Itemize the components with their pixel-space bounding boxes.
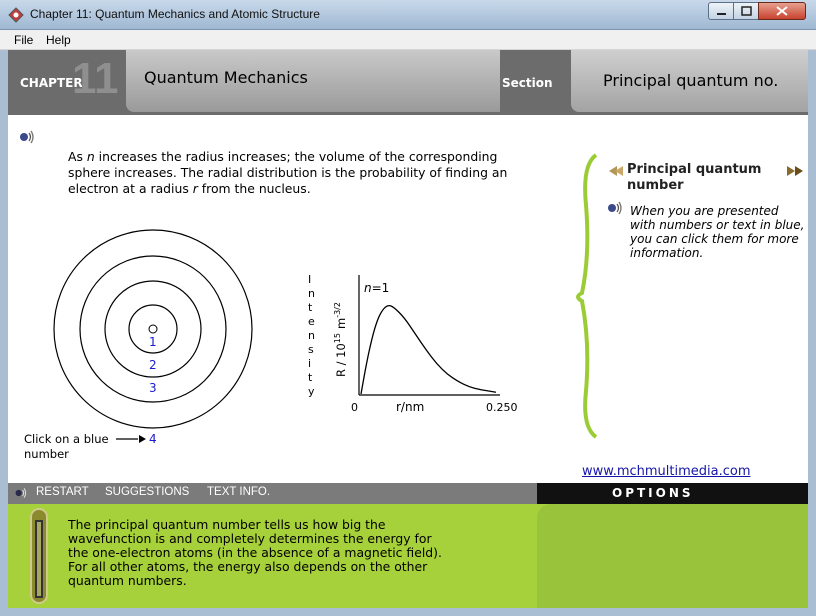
info-bracket (576, 153, 598, 439)
window-title: Chapter 11: Quantum Mechanics and Atomic… (30, 7, 320, 21)
minimize-icon (717, 13, 726, 15)
main-content: As n increases the radius increases; the… (8, 115, 808, 483)
text-info-button[interactable]: TEXT INFO. (207, 486, 270, 498)
section-label: Section (502, 76, 553, 90)
orbit-label-1[interactable]: 1 (149, 335, 157, 349)
orbit-label-2[interactable]: 2 (149, 358, 157, 372)
chapter-header: CHAPTER 11 Quantum Mechanics Section Pri… (8, 50, 808, 115)
chart-ylabel: R / 1015 m-3/2 (333, 302, 348, 377)
maximize-button[interactable] (733, 2, 759, 20)
ylabel-unit-exp: -3/2 (333, 302, 342, 318)
chart-annotation: n=1 (364, 281, 389, 295)
chart-y-title-letter: t (308, 301, 313, 314)
orbit-label-3[interactable]: 3 (149, 381, 157, 395)
chart-xlabel: r/nm (396, 400, 424, 414)
previous-arrow-icon[interactable] (609, 166, 623, 176)
x-tick-max: 0.250 (486, 401, 518, 414)
orbit-diagram: 1 2 3 4 Click on a blue number (24, 229, 253, 461)
info-title: Principal quantum number (627, 162, 762, 193)
x-tick-0: 0 (351, 401, 358, 414)
arrow-right-icon (116, 435, 146, 443)
chart-y-title-letter: e (308, 315, 315, 328)
options-label: OPTIONS (612, 486, 694, 500)
next-arrow-icon[interactable] (787, 166, 803, 176)
website-link[interactable]: www.mchmultimedia.com (582, 464, 751, 479)
window-frame-left (0, 50, 8, 616)
options-bar[interactable]: OPTIONS (537, 483, 808, 504)
section-title: Principal quantum no. (603, 71, 779, 90)
window-frame-right (808, 50, 816, 616)
nucleus (148, 324, 158, 334)
chart-y-title-letter: I (308, 273, 311, 286)
ylabel-exp: 15 (333, 333, 342, 343)
control-bar: RESTART SUGGESTIONS TEXT INFO. (8, 483, 537, 504)
chart-y-title: Intensity (308, 273, 315, 398)
orbit-label-4[interactable]: 4 (149, 432, 157, 446)
radial-distribution-chart: Intensity R / 1015m-3/2 n=1 0 r/nm 0.250 (308, 273, 518, 414)
suggestions-button[interactable]: SUGGESTIONS (105, 486, 189, 498)
section-box: Principal quantum no. (571, 50, 808, 112)
menu-help[interactable]: Help (46, 33, 71, 47)
speaker-icon[interactable] (14, 486, 28, 500)
minimize-button[interactable] (708, 2, 734, 20)
window-title-bar: Chapter 11: Quantum Mechanics and Atomic… (0, 0, 816, 30)
chart-y-title-letter: s (308, 343, 314, 356)
ylabel-unit: m (334, 318, 348, 329)
hint-text-line2: number (24, 447, 69, 461)
menu-file[interactable]: File (14, 33, 33, 47)
scrollbar-thumb[interactable] (35, 520, 43, 598)
page-title: Quantum Mechanics (144, 68, 308, 87)
restart-button[interactable]: RESTART (36, 486, 89, 498)
chart-y-title-letter: t (308, 371, 313, 384)
explanation-text: The principal quantum number tells us ho… (68, 517, 442, 588)
chapter-number: 11 (72, 54, 119, 103)
menu-bar: File Help (0, 30, 816, 50)
text-panel: The principal quantum number tells us ho… (8, 504, 808, 608)
maximize-icon (741, 6, 752, 16)
info-text: When you are presented with numbers or t… (630, 204, 805, 260)
ylabel-axis: R / 10 (334, 343, 348, 377)
chart-y-title-letter: n (308, 287, 315, 300)
chart-y-title-letter: n (308, 329, 315, 342)
chart-y-title-letter: y (308, 385, 315, 398)
chart-curve-n1 (360, 304, 497, 395)
scrollbar[interactable] (30, 508, 48, 604)
close-button[interactable] (758, 2, 806, 20)
window-frame-bottom (8, 608, 808, 616)
chart-y-title-letter: i (308, 357, 311, 370)
options-panel (537, 504, 808, 608)
title-box: Quantum Mechanics (126, 50, 500, 112)
speaker-icon[interactable] (608, 201, 622, 215)
close-icon (776, 6, 788, 16)
hint-text-line1: Click on a blue (24, 432, 109, 446)
app-icon (8, 7, 24, 23)
